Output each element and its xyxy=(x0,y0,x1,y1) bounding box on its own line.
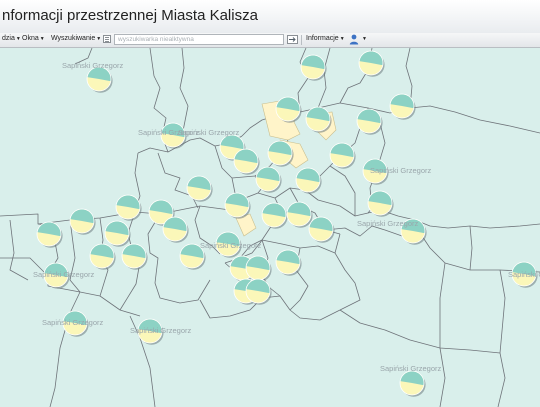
pie-marker[interactable] xyxy=(389,93,416,120)
map-view[interactable]: Sapiński Grzegorz Sapiński Grzegorz Sapińs… xyxy=(0,48,540,407)
pie-marker[interactable] xyxy=(162,216,189,243)
pie-marker[interactable] xyxy=(356,108,383,135)
district-boundary-line xyxy=(339,309,501,354)
pie-marker[interactable] xyxy=(69,208,96,235)
menu-dzia[interactable]: dzia▼ xyxy=(2,35,21,42)
pie-marker[interactable] xyxy=(511,261,538,288)
pie-marker[interactable] xyxy=(399,370,426,397)
chevron-down-icon: ▼ xyxy=(39,36,45,42)
district-boundary-line xyxy=(414,219,540,229)
pie-symbols xyxy=(36,50,538,397)
menu-wyszukiwanie[interactable]: Wyszukiwanie▼ xyxy=(51,35,101,42)
pie-marker[interactable] xyxy=(137,318,164,345)
pie-marker[interactable] xyxy=(233,148,260,175)
pie-marker[interactable] xyxy=(86,66,113,93)
pie-marker[interactable] xyxy=(186,175,213,202)
pie-marker[interactable] xyxy=(305,106,332,133)
menu-dzia-label: dzia xyxy=(2,35,15,42)
map-canvas[interactable] xyxy=(0,48,540,407)
menu-okna[interactable]: Okna▼ xyxy=(22,35,45,42)
district-boundary-line xyxy=(499,269,506,354)
pie-marker[interactable] xyxy=(295,167,322,194)
user-menu-chevron[interactable]: ▼ xyxy=(361,35,367,42)
district-boundary-line xyxy=(439,347,446,407)
district-boundary-line xyxy=(469,225,473,271)
user-icon[interactable] xyxy=(349,34,359,45)
chevron-down-icon: ▼ xyxy=(362,36,367,42)
pie-marker[interactable] xyxy=(362,158,389,185)
chevron-down-icon: ▼ xyxy=(15,36,21,42)
pie-marker[interactable] xyxy=(224,192,251,219)
pie-marker[interactable] xyxy=(367,190,394,217)
pie-marker[interactable] xyxy=(62,310,89,337)
district-boundary-line xyxy=(49,291,81,407)
pie-marker[interactable] xyxy=(121,243,148,270)
district-boundary-line xyxy=(329,165,356,216)
toolbar-separator xyxy=(301,35,302,45)
pie-marker[interactable] xyxy=(286,201,313,228)
toolbar: dzia▼ Okna▼ Wyszukiwanie▼ Informacje▼ ▼ xyxy=(0,33,540,48)
pie-marker[interactable] xyxy=(329,142,356,169)
pie-marker[interactable] xyxy=(89,243,116,270)
pie-marker[interactable] xyxy=(104,220,131,247)
search-input[interactable] xyxy=(114,34,284,45)
pie-marker[interactable] xyxy=(255,166,282,193)
district-boundary-line xyxy=(179,48,189,137)
pie-marker[interactable] xyxy=(261,202,288,229)
window-title: nformacji przestrzennej Miasta Kalisza xyxy=(2,7,258,24)
menu-wyszukiwanie-label: Wyszukiwanie xyxy=(51,35,96,42)
district-boundary-line xyxy=(334,252,361,311)
pie-marker[interactable] xyxy=(160,122,187,149)
chevron-down-icon: ▼ xyxy=(339,36,345,42)
pie-marker[interactable] xyxy=(358,50,385,77)
district-boundary-line xyxy=(304,189,416,221)
district-boundary-line xyxy=(497,352,506,407)
menu-informacje[interactable]: Informacje▼ xyxy=(306,35,345,42)
pie-marker[interactable] xyxy=(115,194,142,221)
district-boundary-line xyxy=(439,262,446,348)
menu-informacje-label: Informacje xyxy=(306,35,339,42)
district-boundary-line xyxy=(9,219,29,281)
pie-marker[interactable] xyxy=(300,54,327,81)
list-icon[interactable] xyxy=(103,35,111,43)
pie-marker[interactable] xyxy=(275,249,302,276)
chevron-down-icon: ▼ xyxy=(96,36,102,42)
window-titlebar: nformacji przestrzennej Miasta Kalisza xyxy=(0,0,540,34)
pie-marker[interactable] xyxy=(308,216,335,243)
menu-okna-label: Okna xyxy=(22,35,39,42)
district-boundary-line xyxy=(0,257,141,317)
pie-marker[interactable] xyxy=(179,243,206,270)
search-go-icon[interactable] xyxy=(287,35,298,44)
pie-marker[interactable] xyxy=(36,221,63,248)
district-boundary-line xyxy=(74,48,93,65)
